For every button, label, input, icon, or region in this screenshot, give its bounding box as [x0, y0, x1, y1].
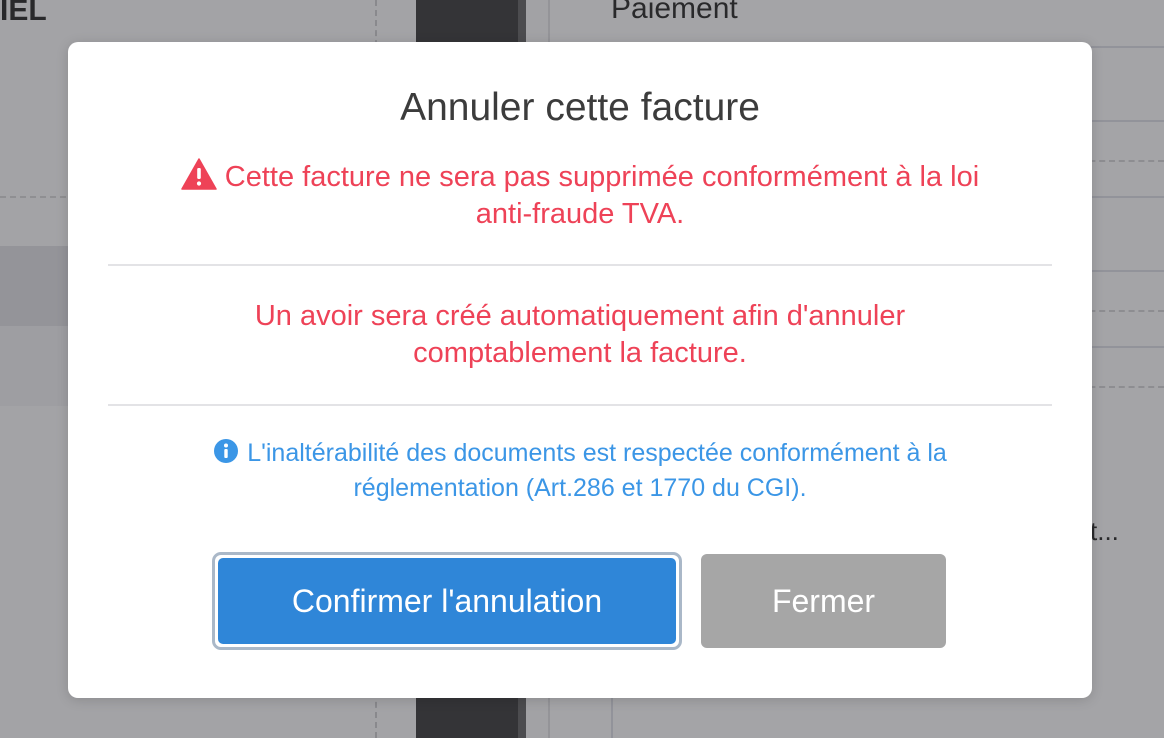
- warning-line-1: Cette facture ne sera pas supprimée conf…: [224, 161, 980, 193]
- credit-note-notice: Un avoir sera créé automatiquement afin …: [128, 298, 1032, 372]
- dialog-title: Annuler cette facture: [400, 86, 760, 129]
- confirm-cancellation-button[interactable]: Confirmer l'annulation: [212, 552, 682, 650]
- fraud-law-warning: Cette facture ne sera pas supprimée conf…: [128, 158, 1032, 233]
- warning-triangle-icon: [181, 158, 217, 190]
- info-line-2: réglementation (Art.286 et 1770 du CGI).: [353, 474, 807, 502]
- cancel-invoice-dialog: Annuler cette facture Cette facture ne s…: [68, 42, 1092, 698]
- avoir-line-2: comptablement la facture.: [413, 337, 747, 369]
- info-line-1: L'inaltérabilité des documents est respe…: [247, 439, 947, 467]
- dialog-separator: [108, 404, 1052, 406]
- avoir-line-1: Un avoir sera créé automatiquement afin …: [254, 300, 906, 332]
- screen: IEL Paiement t... Annuler cette facture …: [0, 0, 1164, 738]
- compliance-info: L'inaltérabilité des documents est respe…: [128, 436, 1032, 506]
- info-circle-icon: [213, 438, 239, 464]
- close-button[interactable]: Fermer: [701, 554, 946, 648]
- warning-line-2: anti-fraude TVA.: [475, 198, 685, 230]
- dialog-separator: [108, 264, 1052, 266]
- confirm-cancellation-label[interactable]: Confirmer l'annulation: [218, 558, 676, 644]
